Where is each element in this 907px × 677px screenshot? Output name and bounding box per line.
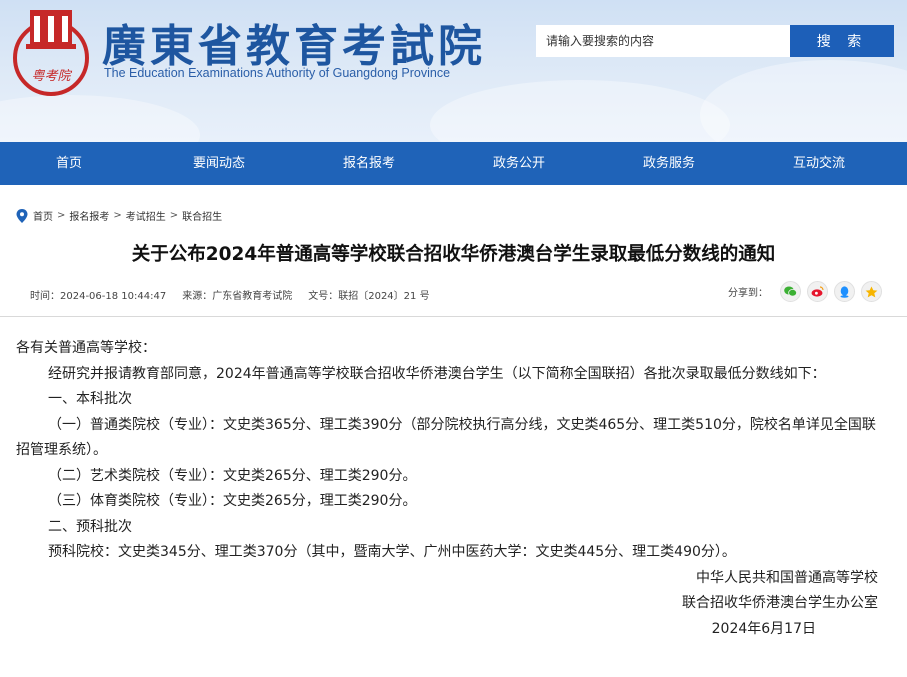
article-source: 来源：广东省教育考试院 bbox=[182, 291, 293, 302]
breadcrumb-separator: > bbox=[169, 210, 179, 221]
content-divider bbox=[0, 316, 907, 317]
breadcrumb-joint-admission[interactable]: 联合招生 bbox=[182, 208, 222, 223]
publish-time: 时间：2024-06-18 10:44:47 bbox=[30, 291, 167, 302]
article-intro: 经研究并报请教育部同意，2024年普通高等学校联合招收华侨港澳台学生（以下简称全… bbox=[48, 365, 826, 382]
breadcrumb-home[interactable]: 首页 bbox=[33, 208, 53, 223]
breadcrumb-registration[interactable]: 报名报考 bbox=[69, 208, 109, 223]
search-button[interactable]: 搜 索 bbox=[790, 25, 894, 57]
nav-item-registration[interactable]: 报名报考 bbox=[300, 142, 438, 185]
share-qzone-button[interactable] bbox=[861, 281, 882, 302]
share-bar: 分享到： bbox=[728, 281, 882, 302]
header-decoration bbox=[430, 80, 730, 142]
article-body: 各有关普通高等学校： 经研究并报请教育部同意，2024年普通高等学校联合招收华侨… bbox=[16, 336, 886, 642]
breadcrumb-exam-admission[interactable]: 考试招生 bbox=[126, 208, 166, 223]
nav-item-public-affairs[interactable]: 政务公开 bbox=[438, 142, 600, 185]
qq-icon bbox=[840, 285, 849, 298]
article-meta: 时间：2024-06-18 10:44:47 来源：广东省教育考试院 文号：联招… bbox=[30, 287, 446, 302]
qzone-icon bbox=[865, 286, 878, 297]
share-wechat-button[interactable] bbox=[780, 281, 801, 302]
logo-seal-icon[interactable]: 粤考院 bbox=[10, 6, 92, 100]
article-greeting: 各有关普通高等学校： bbox=[16, 340, 156, 356]
signature-line: 联合招收华侨港澳台学生办公室 bbox=[682, 595, 878, 611]
document-number: 文号：联招〔2024〕21 号 bbox=[308, 291, 430, 302]
section-heading: 一、本科批次 bbox=[48, 391, 132, 407]
site-header: 粤考院 廣東省教育考試院 The Education Examinations … bbox=[0, 0, 907, 142]
signature-line: 中华人民共和国普通高等学校 bbox=[696, 569, 878, 586]
article-title: 关于公布2024年普通高等学校联合招收华侨港澳台学生录取最低分数线的通知 bbox=[131, 244, 776, 265]
article-paragraph: （三）体育类院校（专业）：文史类265分，理工类290分。 bbox=[48, 493, 417, 509]
section-heading: 二、预科批次 bbox=[48, 518, 132, 535]
site-title: 廣東省教育考試院 bbox=[102, 21, 486, 72]
weibo-icon bbox=[811, 286, 824, 297]
nav-item-interaction[interactable]: 互动交流 bbox=[738, 142, 900, 185]
breadcrumb-separator: > bbox=[57, 210, 66, 221]
breadcrumb: 首页 > 报名报考 > 考试招生 > 联合招生 bbox=[16, 208, 222, 223]
article-paragraph: 预科院校：文史类345分、理工类370分（其中，暨南大学、广州中医药大学：文史类… bbox=[48, 544, 736, 560]
nav-item-news[interactable]: 要闻动态 bbox=[138, 142, 300, 185]
wechat-icon bbox=[784, 286, 797, 297]
article-paragraph: （一）普通类院校（专业）：文史类365分、理工类390分（部分院校执行高分线，文… bbox=[16, 416, 876, 459]
signature-date: 2024年6月17日 bbox=[711, 620, 816, 637]
main-nav: 首页 要闻动态 报名报考 政务公开 政务服务 互动交流 bbox=[0, 142, 907, 185]
header-decoration bbox=[700, 60, 907, 142]
share-qq-button[interactable] bbox=[834, 281, 855, 302]
breadcrumb-separator: > bbox=[113, 210, 122, 221]
article-paragraph: （二）艺术类院校（专业）：文史类265分、理工类290分。 bbox=[48, 467, 417, 484]
header-decoration bbox=[0, 95, 200, 142]
svg-text:粤考院: 粤考院 bbox=[31, 68, 72, 84]
nav-item-home[interactable]: 首页 bbox=[0, 142, 138, 185]
share-label: 分享到： bbox=[728, 288, 768, 299]
share-weibo-button[interactable] bbox=[807, 281, 828, 302]
nav-item-services[interactable]: 政务服务 bbox=[600, 142, 738, 185]
location-pin-icon bbox=[16, 208, 28, 223]
search-input[interactable] bbox=[536, 25, 790, 57]
site-subtitle: The Education Examinations Authority of … bbox=[104, 66, 451, 80]
